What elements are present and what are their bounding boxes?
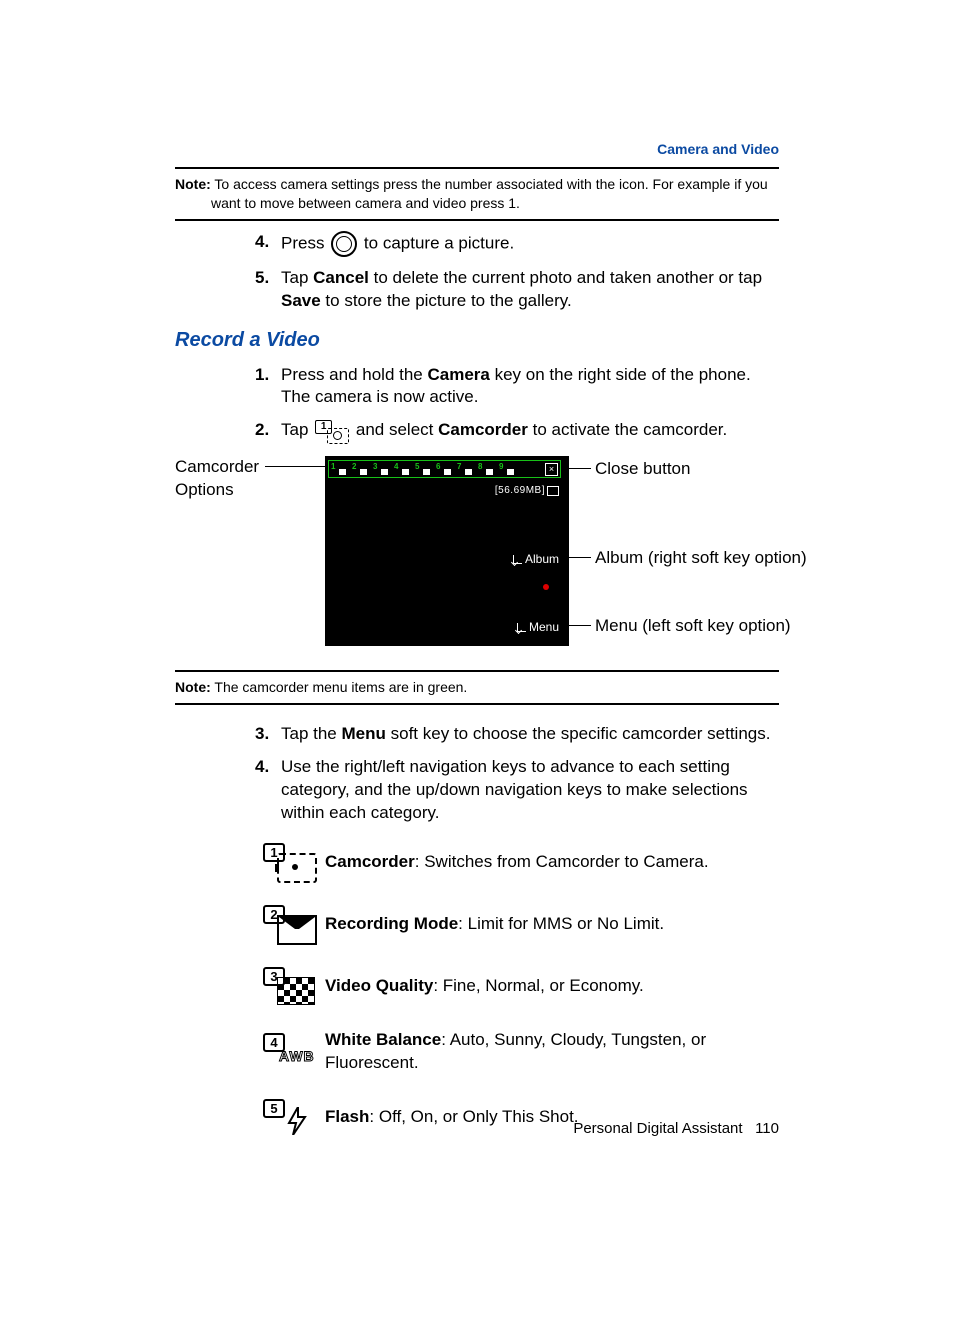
- step-text: to delete the current photo and taken an…: [369, 268, 762, 287]
- menu-label: Menu: [342, 724, 386, 743]
- callout-album: Album (right soft key option): [595, 547, 807, 570]
- toolbar-icon-4: 4: [394, 463, 409, 475]
- divider: [175, 219, 779, 221]
- ordered-list-a: 4. Press to capture a picture. 5. Tap Ca…: [175, 231, 779, 313]
- camcorder-diagram: Camcorder Options 1 2 3 4 5 6 7 8 9 × [5…: [175, 456, 779, 656]
- envelope-icon: 2: [263, 905, 317, 943]
- toolbar-icon-6: 6: [436, 463, 451, 475]
- step-text: Tap: [281, 268, 313, 287]
- toolbar-icon-3: 3: [373, 463, 388, 475]
- ordered-list-b: 1. Press and hold the Camera key on the …: [175, 364, 779, 443]
- checker-icon: 3: [263, 967, 317, 1005]
- step-text: Tap: [281, 420, 313, 439]
- pointer-icon: [517, 623, 526, 632]
- camcorder-icon: 1: [263, 843, 317, 881]
- toolbar-icon-5: 5: [415, 463, 430, 475]
- step-2: 2. Tap 1 and select Camcorder to activat…: [255, 419, 779, 442]
- section-header: Camera and Video: [175, 140, 779, 159]
- pointer-icon: [513, 555, 522, 564]
- setting-camcorder: 1 Camcorder: Switches from Camcorder to …: [263, 843, 779, 881]
- setting-desc: : Limit for MMS or No Limit.: [458, 914, 664, 933]
- album-softkey: Album: [513, 551, 559, 567]
- flash-icon: 5: [263, 1099, 317, 1137]
- mode-switch-icon: 1: [315, 420, 349, 442]
- callout-line: [559, 625, 591, 626]
- setting-name: Recording Mode: [325, 914, 458, 933]
- step-text: Press: [281, 233, 329, 252]
- step-text: Tap the: [281, 724, 342, 743]
- toolbar-icon-1: 1: [331, 463, 346, 475]
- step-number: 4.: [255, 756, 281, 779]
- camcorder-label: Camcorder: [438, 420, 528, 439]
- shutter-button-icon: [331, 231, 357, 257]
- step-4: 4. Press to capture a picture.: [255, 231, 779, 257]
- divider: [175, 670, 779, 672]
- step-text: soft key to choose the specific camcorde…: [386, 724, 771, 743]
- step-1: 1. Press and hold the Camera key on the …: [255, 364, 779, 410]
- camera-label: Camera: [427, 365, 489, 384]
- setting-desc: : Fine, Normal, or Economy.: [433, 976, 643, 995]
- step-number: 5.: [255, 267, 281, 290]
- step-number: 1.: [255, 364, 281, 387]
- step-text: Use the right/left navigation keys to ad…: [281, 756, 779, 825]
- camcorder-toolbar: 1 2 3 4 5 6 7 8 9 ×: [328, 460, 561, 478]
- note-1: Note: To access camera settings press th…: [211, 175, 779, 213]
- toolbar-icon-9: 9: [499, 463, 514, 475]
- save-label: Save: [281, 291, 321, 310]
- manual-page: Camera and Video Note: To access camera …: [0, 0, 954, 1319]
- step-text: Press and hold the: [281, 365, 427, 384]
- divider: [175, 703, 779, 705]
- step-text: to store the picture to the gallery.: [321, 291, 572, 310]
- step-text: to activate the camcorder.: [528, 420, 727, 439]
- step-text: to capture a picture.: [364, 233, 514, 252]
- record-dot-icon: [543, 584, 549, 590]
- callout-line: [559, 557, 591, 558]
- callout-menu: Menu (left soft key option): [595, 615, 791, 638]
- step-3: 3. Tap the Menu soft key to choose the s…: [255, 723, 779, 746]
- step-4b: 4. Use the right/left navigation keys to…: [255, 756, 779, 825]
- ordered-list-c: 3. Tap the Menu soft key to choose the s…: [175, 723, 779, 825]
- callout-close-button: Close button: [595, 458, 690, 481]
- step-5: 5. Tap Cancel to delete the current phot…: [255, 267, 779, 313]
- step-number: 2.: [255, 419, 281, 442]
- page-footer: Personal Digital Assistant 110: [573, 1119, 779, 1139]
- setting-name: Video Quality: [325, 976, 433, 995]
- awb-icon: 4 AWB: [263, 1033, 317, 1071]
- setting-name: White Balance: [325, 1030, 441, 1049]
- toolbar-icon-8: 8: [478, 463, 493, 475]
- divider: [175, 167, 779, 169]
- storage-label: [56.69MB]: [495, 484, 559, 498]
- setting-name: Flash: [325, 1107, 369, 1126]
- note-2: Note: The camcorder menu items are in gr…: [211, 678, 779, 697]
- setting-white-balance: 4 AWB White Balance: Auto, Sunny, Cloudy…: [263, 1029, 779, 1075]
- setting-video-quality: 3 Video Quality: Fine, Normal, or Econom…: [263, 967, 779, 1005]
- camcorder-screen: 1 2 3 4 5 6 7 8 9 × [56.69MB] Album M: [325, 456, 569, 646]
- close-icon: ×: [545, 463, 558, 476]
- setting-recording-mode: 2 Recording Mode: Limit for MMS or No Li…: [263, 905, 779, 943]
- callout-line: [265, 466, 325, 467]
- callout-line: [561, 468, 591, 469]
- toolbar-icon-7: 7: [457, 463, 472, 475]
- setting-desc: : Off, On, or Only This Shot.: [369, 1107, 578, 1126]
- cancel-label: Cancel: [313, 268, 369, 287]
- setting-name: Camcorder: [325, 852, 415, 871]
- camcorder-options-label: Camcorder Options: [175, 456, 295, 502]
- step-number: 4.: [255, 231, 281, 254]
- step-text: and select: [356, 420, 438, 439]
- menu-softkey: Menu: [517, 619, 559, 635]
- setting-desc: : Switches from Camcorder to Camera.: [415, 852, 709, 871]
- settings-icon-list: 1 Camcorder: Switches from Camcorder to …: [175, 843, 779, 1137]
- step-number: 3.: [255, 723, 281, 746]
- toolbar-icon-2: 2: [352, 463, 367, 475]
- subheading-record-video: Record a Video: [175, 327, 779, 354]
